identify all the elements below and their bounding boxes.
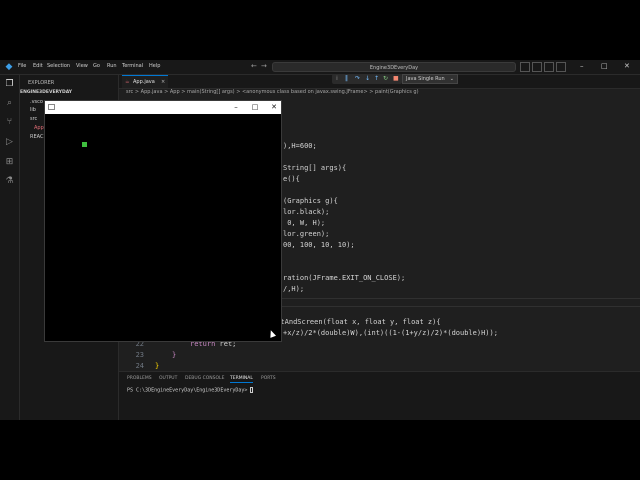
green-square [82, 142, 87, 147]
code-line[interactable]: ration(JFrame.EXIT_ON_CLOSE); [283, 274, 405, 283]
menu-go[interactable]: Go [93, 63, 100, 69]
extensions-icon[interactable]: ⊞ [4, 157, 15, 168]
code-line[interactable]: } [172, 351, 176, 360]
customize-layout-icon[interactable] [556, 62, 566, 72]
explorer-icon[interactable]: ❐ [4, 79, 15, 90]
pause-icon[interactable]: ‖ [345, 74, 348, 84]
menu-selection[interactable]: Selection [47, 63, 70, 69]
toggle-panel-icon[interactable] [532, 62, 542, 72]
tab-close-icon[interactable]: × [161, 79, 165, 85]
menu-edit[interactable]: Edit [33, 63, 43, 69]
tab-app-java[interactable]: ☕ App.java × [122, 75, 168, 88]
java-app-window[interactable]: – □ ✕ [44, 100, 282, 342]
stop-icon[interactable]: ■ [393, 74, 399, 84]
testing-icon[interactable]: ⚗ [4, 176, 15, 187]
drag-handle-icon[interactable]: ⁞ [336, 74, 338, 84]
maximize-icon[interactable]: □ [601, 62, 608, 71]
java-window-title-bar[interactable]: – □ ✕ [45, 101, 281, 114]
explorer-root[interactable]: ENGINE3DEVERYDAY [20, 90, 72, 95]
java-canvas[interactable] [45, 114, 281, 341]
command-center-search[interactable]: Engine3DEveryDay [272, 62, 516, 72]
code-line[interactable]: ectAndScreen(float x, float y, float z){ [272, 318, 441, 327]
tab-label: App.java [133, 79, 155, 85]
explorer-item-readme[interactable]: REAC [30, 134, 43, 140]
menu-view[interactable]: View [76, 63, 88, 69]
code-line[interactable]: /,H); [283, 285, 304, 294]
menu-help[interactable]: Help [149, 63, 160, 69]
code-line[interactable]: e(){ [283, 175, 300, 184]
title-bar: ◆ File Edit Selection View Go Run Termin… [0, 60, 640, 75]
step-out-icon[interactable]: ↑ [374, 74, 379, 84]
step-into-icon[interactable]: ↓ [365, 74, 370, 84]
code-line[interactable]: 0, W, H); [283, 219, 325, 228]
terminal-cursor [250, 387, 254, 393]
explorer-header: EXPLORER [28, 80, 55, 86]
code-line[interactable]: 00, 100, 10, 10); [283, 241, 355, 250]
minimize-icon[interactable]: – [580, 62, 584, 71]
close-icon[interactable]: ✕ [624, 62, 630, 71]
search-icon[interactable]: ⌕ [4, 98, 15, 109]
activity-bar: ❐ ⌕ ⑂ ▷ ⊞ ⚗ [0, 75, 20, 420]
explorer-item-app-java[interactable]: App [34, 125, 44, 131]
line-number: 23 [135, 351, 144, 359]
menu-terminal[interactable]: Terminal [122, 63, 143, 69]
tab-output[interactable]: OUTPUT [159, 376, 177, 381]
tab-terminal[interactable]: TERMINAL [230, 376, 253, 383]
source-control-icon[interactable]: ⑂ [4, 117, 15, 128]
java-window-icon [48, 104, 55, 110]
code-line[interactable]: ),H=600; [283, 142, 317, 151]
tab-debug-console[interactable]: DEBUG CONSOLE [185, 376, 224, 381]
run-configuration-select[interactable]: Java Single Run ⌄ [402, 74, 458, 84]
code-line[interactable]: (Graphics g){ [283, 197, 338, 206]
code-line[interactable]: String[] args){ [283, 164, 346, 173]
menu-file[interactable]: File [18, 63, 26, 69]
terminal-prompt-text: PS C:\3DEngineEveryDay\Engine3DEveryDay> [127, 387, 251, 394]
menu-run[interactable]: Run [107, 63, 117, 69]
terminal-prompt[interactable]: PS C:\3DEngineEveryDay\Engine3DEveryDay> [127, 387, 254, 394]
forward-arrow-icon[interactable]: → [261, 62, 267, 71]
code-line[interactable]: +x/z)/2*(double)W),(int)((1-(1+y/z)/2)*(… [283, 329, 498, 338]
run-config-label: Java Single Run [406, 76, 445, 82]
vscode-logo-icon: ◆ [5, 62, 13, 72]
back-arrow-icon[interactable]: ← [251, 62, 257, 71]
toggle-secondary-sidebar-icon[interactable] [544, 62, 554, 72]
breadcrumb[interactable]: src > App.java > App > main(String[] arg… [126, 89, 419, 95]
explorer-item-src[interactable]: src [30, 116, 37, 122]
step-over-icon[interactable]: ↷ [355, 74, 360, 84]
chevron-down-icon: ⌄ [449, 76, 454, 82]
code-line[interactable]: lor.black); [283, 208, 329, 217]
tab-problems[interactable]: PROBLEMS [127, 376, 152, 381]
explorer-item-lib[interactable]: lib [30, 107, 36, 113]
bottom-panel: PROBLEMS OUTPUT DEBUG CONSOLE TERMINAL P… [119, 371, 640, 420]
java-file-icon: ☕ [125, 79, 130, 85]
run-debug-icon[interactable]: ▷ [4, 137, 15, 148]
java-maximize-icon[interactable]: □ [247, 101, 263, 114]
line-number: 24 [135, 362, 144, 370]
code-line[interactable]: lor.green); [283, 230, 329, 239]
java-minimize-icon[interactable]: – [228, 101, 244, 114]
search-title: Engine3DEveryDay [369, 65, 419, 71]
toggle-sidebar-icon[interactable] [520, 62, 530, 72]
explorer-item-vscode[interactable]: .vsco [30, 99, 43, 105]
debug-toolbar: ⁞ ‖ ↷ ↓ ↑ ↻ ■ [332, 74, 402, 84]
restart-icon[interactable]: ↻ [383, 74, 388, 84]
code-line[interactable]: } [155, 362, 159, 371]
tab-ports[interactable]: PORTS [261, 376, 276, 381]
java-close-icon[interactable]: ✕ [266, 101, 282, 114]
